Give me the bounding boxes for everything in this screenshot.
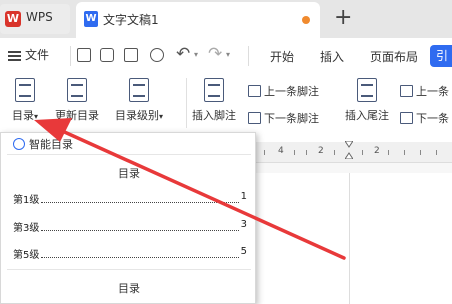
wps-logo-icon: W xyxy=(5,11,21,27)
horizontal-ruler: 4 2 2 xyxy=(256,141,452,163)
prev-footnote-icon xyxy=(248,85,261,97)
print-preview-icon[interactable] xyxy=(150,48,164,62)
export-pdf-icon[interactable] xyxy=(100,48,114,62)
prev-footnote-button[interactable]: 上一条脚注 xyxy=(248,83,319,99)
next-endnote-label: 下一条 xyxy=(416,112,449,125)
update-toc-button[interactable]: 更新目录 xyxy=(50,78,104,123)
tab-insert[interactable]: 插入 xyxy=(320,48,344,65)
toc-entry-label: 第5级 xyxy=(13,250,40,261)
toc-dropdown-panel: 智能目录 目录 第1级 1 第3级 3 第5级 5 目录 xyxy=(0,132,256,304)
insert-footnote-button[interactable]: 插入脚注 xyxy=(188,78,240,123)
update-toc-icon xyxy=(67,78,87,102)
tab-references[interactable]: 引 xyxy=(430,45,452,67)
menu-bar: 文件 ↶ ▾ ↷ ▾ 开始 插入 页面布局 引 xyxy=(0,38,452,75)
ruler-tick xyxy=(306,150,307,155)
quick-access-dropdown-icon[interactable]: ▾ xyxy=(226,50,230,59)
ruler-number: 2 xyxy=(318,146,324,156)
ruler-tick xyxy=(294,150,295,155)
toc-sample-entry: 第5级 5 xyxy=(13,246,247,261)
undo-dropdown-icon[interactable]: ▾ xyxy=(194,50,198,59)
ruler-number: 2 xyxy=(374,146,380,156)
undo-icon[interactable]: ↶ xyxy=(176,44,190,64)
panel-divider xyxy=(7,154,251,155)
next-footnote-icon xyxy=(248,112,261,124)
toc-level-icon xyxy=(129,78,149,102)
file-menu-label: 文件 xyxy=(25,48,50,62)
toc-level-label: 目录级别 xyxy=(114,109,159,122)
document-icon: W xyxy=(84,11,98,27)
ruler-tick xyxy=(436,150,437,155)
document-canvas[interactable] xyxy=(256,163,452,304)
hamburger-icon xyxy=(8,49,21,63)
indent-marker-icon[interactable] xyxy=(345,141,353,159)
toc-sample-title-2[interactable]: 目录 xyxy=(1,280,257,296)
tab-home[interactable]: 开始 xyxy=(270,48,294,65)
file-menu-button[interactable]: 文件 xyxy=(8,46,49,63)
ruler-number: 4 xyxy=(278,146,284,156)
smart-toc-button[interactable]: 智能目录 xyxy=(13,136,73,152)
tab-document-label: 文字文稿1 xyxy=(103,13,159,27)
ruler-tick xyxy=(420,150,421,155)
toc-button-label: 目录 xyxy=(11,109,34,122)
menu-divider xyxy=(248,46,249,66)
insert-footnote-label: 插入脚注 xyxy=(192,109,236,122)
ruler-tick xyxy=(264,150,265,155)
prev-endnote-button[interactable]: 上一条 xyxy=(400,83,449,99)
unsaved-indicator xyxy=(302,16,310,24)
toc-button[interactable]: 目录▾ xyxy=(6,78,44,123)
toc-level-dropdown-icon: ▾ xyxy=(158,112,163,121)
toc-icon xyxy=(15,78,35,102)
page-margin-guide xyxy=(349,173,350,304)
ruler-tick xyxy=(334,150,335,155)
ruler-tick xyxy=(362,150,363,155)
save-icon[interactable] xyxy=(77,48,91,62)
toc-entry-page: 5 xyxy=(240,246,247,257)
toc-sample-entry: 第3级 3 xyxy=(13,219,247,234)
endnote-icon xyxy=(357,78,377,102)
smart-toc-label: 智能目录 xyxy=(29,138,73,151)
document-page[interactable] xyxy=(256,173,452,304)
new-tab-button[interactable]: + xyxy=(334,5,352,31)
toc-sample-title: 目录 xyxy=(118,167,140,180)
ruler-tick xyxy=(388,150,389,155)
ribbon-divider xyxy=(186,78,187,128)
update-toc-label: 更新目录 xyxy=(55,109,99,122)
prev-endnote-icon xyxy=(400,85,413,97)
next-endnote-icon xyxy=(400,112,413,124)
toc-entry-label: 第3级 xyxy=(13,223,40,234)
ribbon-references: 目录▾ 更新目录 目录级别▾ 插入脚注 上一条脚注 下一条脚注 插入尾注 上一条… xyxy=(0,74,452,132)
insert-endnote-button[interactable]: 插入尾注 xyxy=(340,78,394,123)
menu-divider xyxy=(70,46,71,66)
toc-entry-page: 1 xyxy=(240,191,247,202)
redo-icon[interactable]: ↷ xyxy=(208,44,222,64)
tab-wps-home[interactable]: W WPS xyxy=(0,4,70,34)
insert-endnote-label: 插入尾注 xyxy=(345,109,389,122)
title-bar: W WPS W 文字文稿1 + xyxy=(0,0,452,38)
next-footnote-button[interactable]: 下一条脚注 xyxy=(248,110,319,126)
prev-endnote-label: 上一条 xyxy=(416,85,449,98)
tab-wps-label: WPS xyxy=(26,10,53,24)
footnote-icon xyxy=(204,78,224,102)
next-footnote-label: 下一条脚注 xyxy=(264,112,319,125)
toc-sample-entry: 第1级 1 xyxy=(13,191,247,206)
smart-toc-icon xyxy=(13,138,25,150)
tab-document[interactable]: W 文字文稿1 xyxy=(76,2,320,38)
next-endnote-button[interactable]: 下一条 xyxy=(400,110,449,126)
toc-level-button[interactable]: 目录级别▾ xyxy=(108,78,170,123)
tab-page-layout[interactable]: 页面布局 xyxy=(370,48,418,65)
toc-entry-label: 第1级 xyxy=(13,195,40,206)
toc-entry-page: 3 xyxy=(240,219,247,230)
toc-dropdown-icon: ▾ xyxy=(33,112,38,121)
print-icon[interactable] xyxy=(124,48,138,62)
panel-divider xyxy=(7,269,251,270)
prev-footnote-label: 上一条脚注 xyxy=(264,85,319,98)
ruler-tick xyxy=(404,150,405,155)
